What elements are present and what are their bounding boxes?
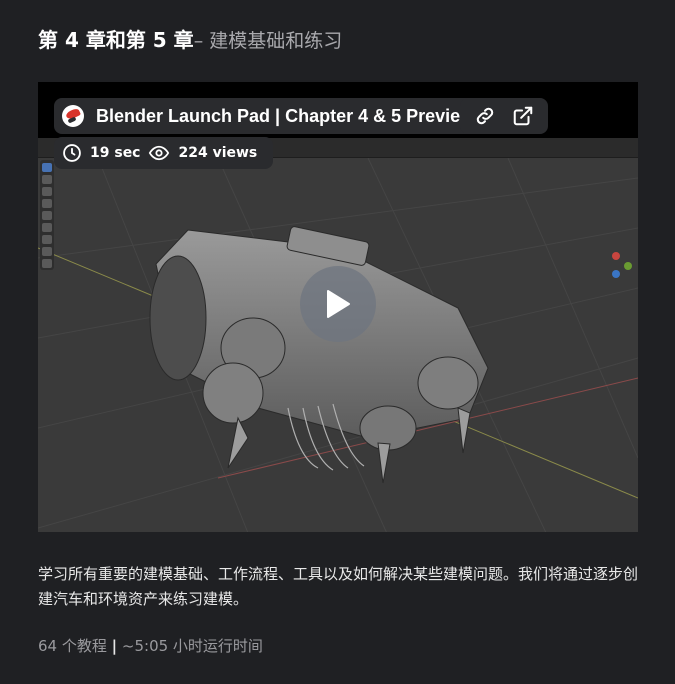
- course-meta: 64 个教程 | ~5:05 小时运行时间: [38, 634, 263, 658]
- play-icon: [327, 290, 350, 318]
- chapter-heading: 第 4 章和第 5 章– 建模基础和练习: [38, 26, 342, 55]
- link-icon[interactable]: [471, 102, 499, 130]
- clock-icon: [63, 144, 81, 162]
- video-stats: 19 sec 224 views: [54, 137, 274, 169]
- eye-icon: [149, 145, 170, 161]
- blender-toolbar: [40, 160, 54, 270]
- duration-text: 19 sec: [90, 145, 141, 161]
- runtime: ~5:05 小时运行时间: [121, 637, 263, 655]
- play-button[interactable]: [300, 266, 376, 342]
- tutorial-count: 64 个教程: [38, 637, 107, 655]
- chapter-subtitle: – 建模基础和练习: [193, 30, 343, 52]
- views-text: 224 views: [178, 145, 258, 161]
- video-player[interactable]: Blender Launch Pad | Chapter 4 & 5 Previ…: [38, 82, 638, 532]
- video-title-chip[interactable]: Blender Launch Pad | Chapter 4 & 5 Previ…: [54, 98, 485, 134]
- chapter-title: 第 4 章和第 5 章: [38, 28, 194, 52]
- blender-launch-pad-logo-icon: [62, 105, 84, 127]
- meta-separator: |: [111, 637, 118, 655]
- views-stat: 224 views: [148, 143, 257, 163]
- chapter-description: 学习所有重要的建模基础、工作流程、工具以及如何解决某些建模问题。我们将通过逐步创…: [38, 565, 639, 608]
- duration-stat: 19 sec: [62, 143, 140, 163]
- video-title[interactable]: Blender Launch Pad | Chapter 4 & 5 Previ…: [96, 106, 474, 127]
- video-actions: [460, 98, 548, 134]
- external-link-icon[interactable]: [509, 102, 537, 130]
